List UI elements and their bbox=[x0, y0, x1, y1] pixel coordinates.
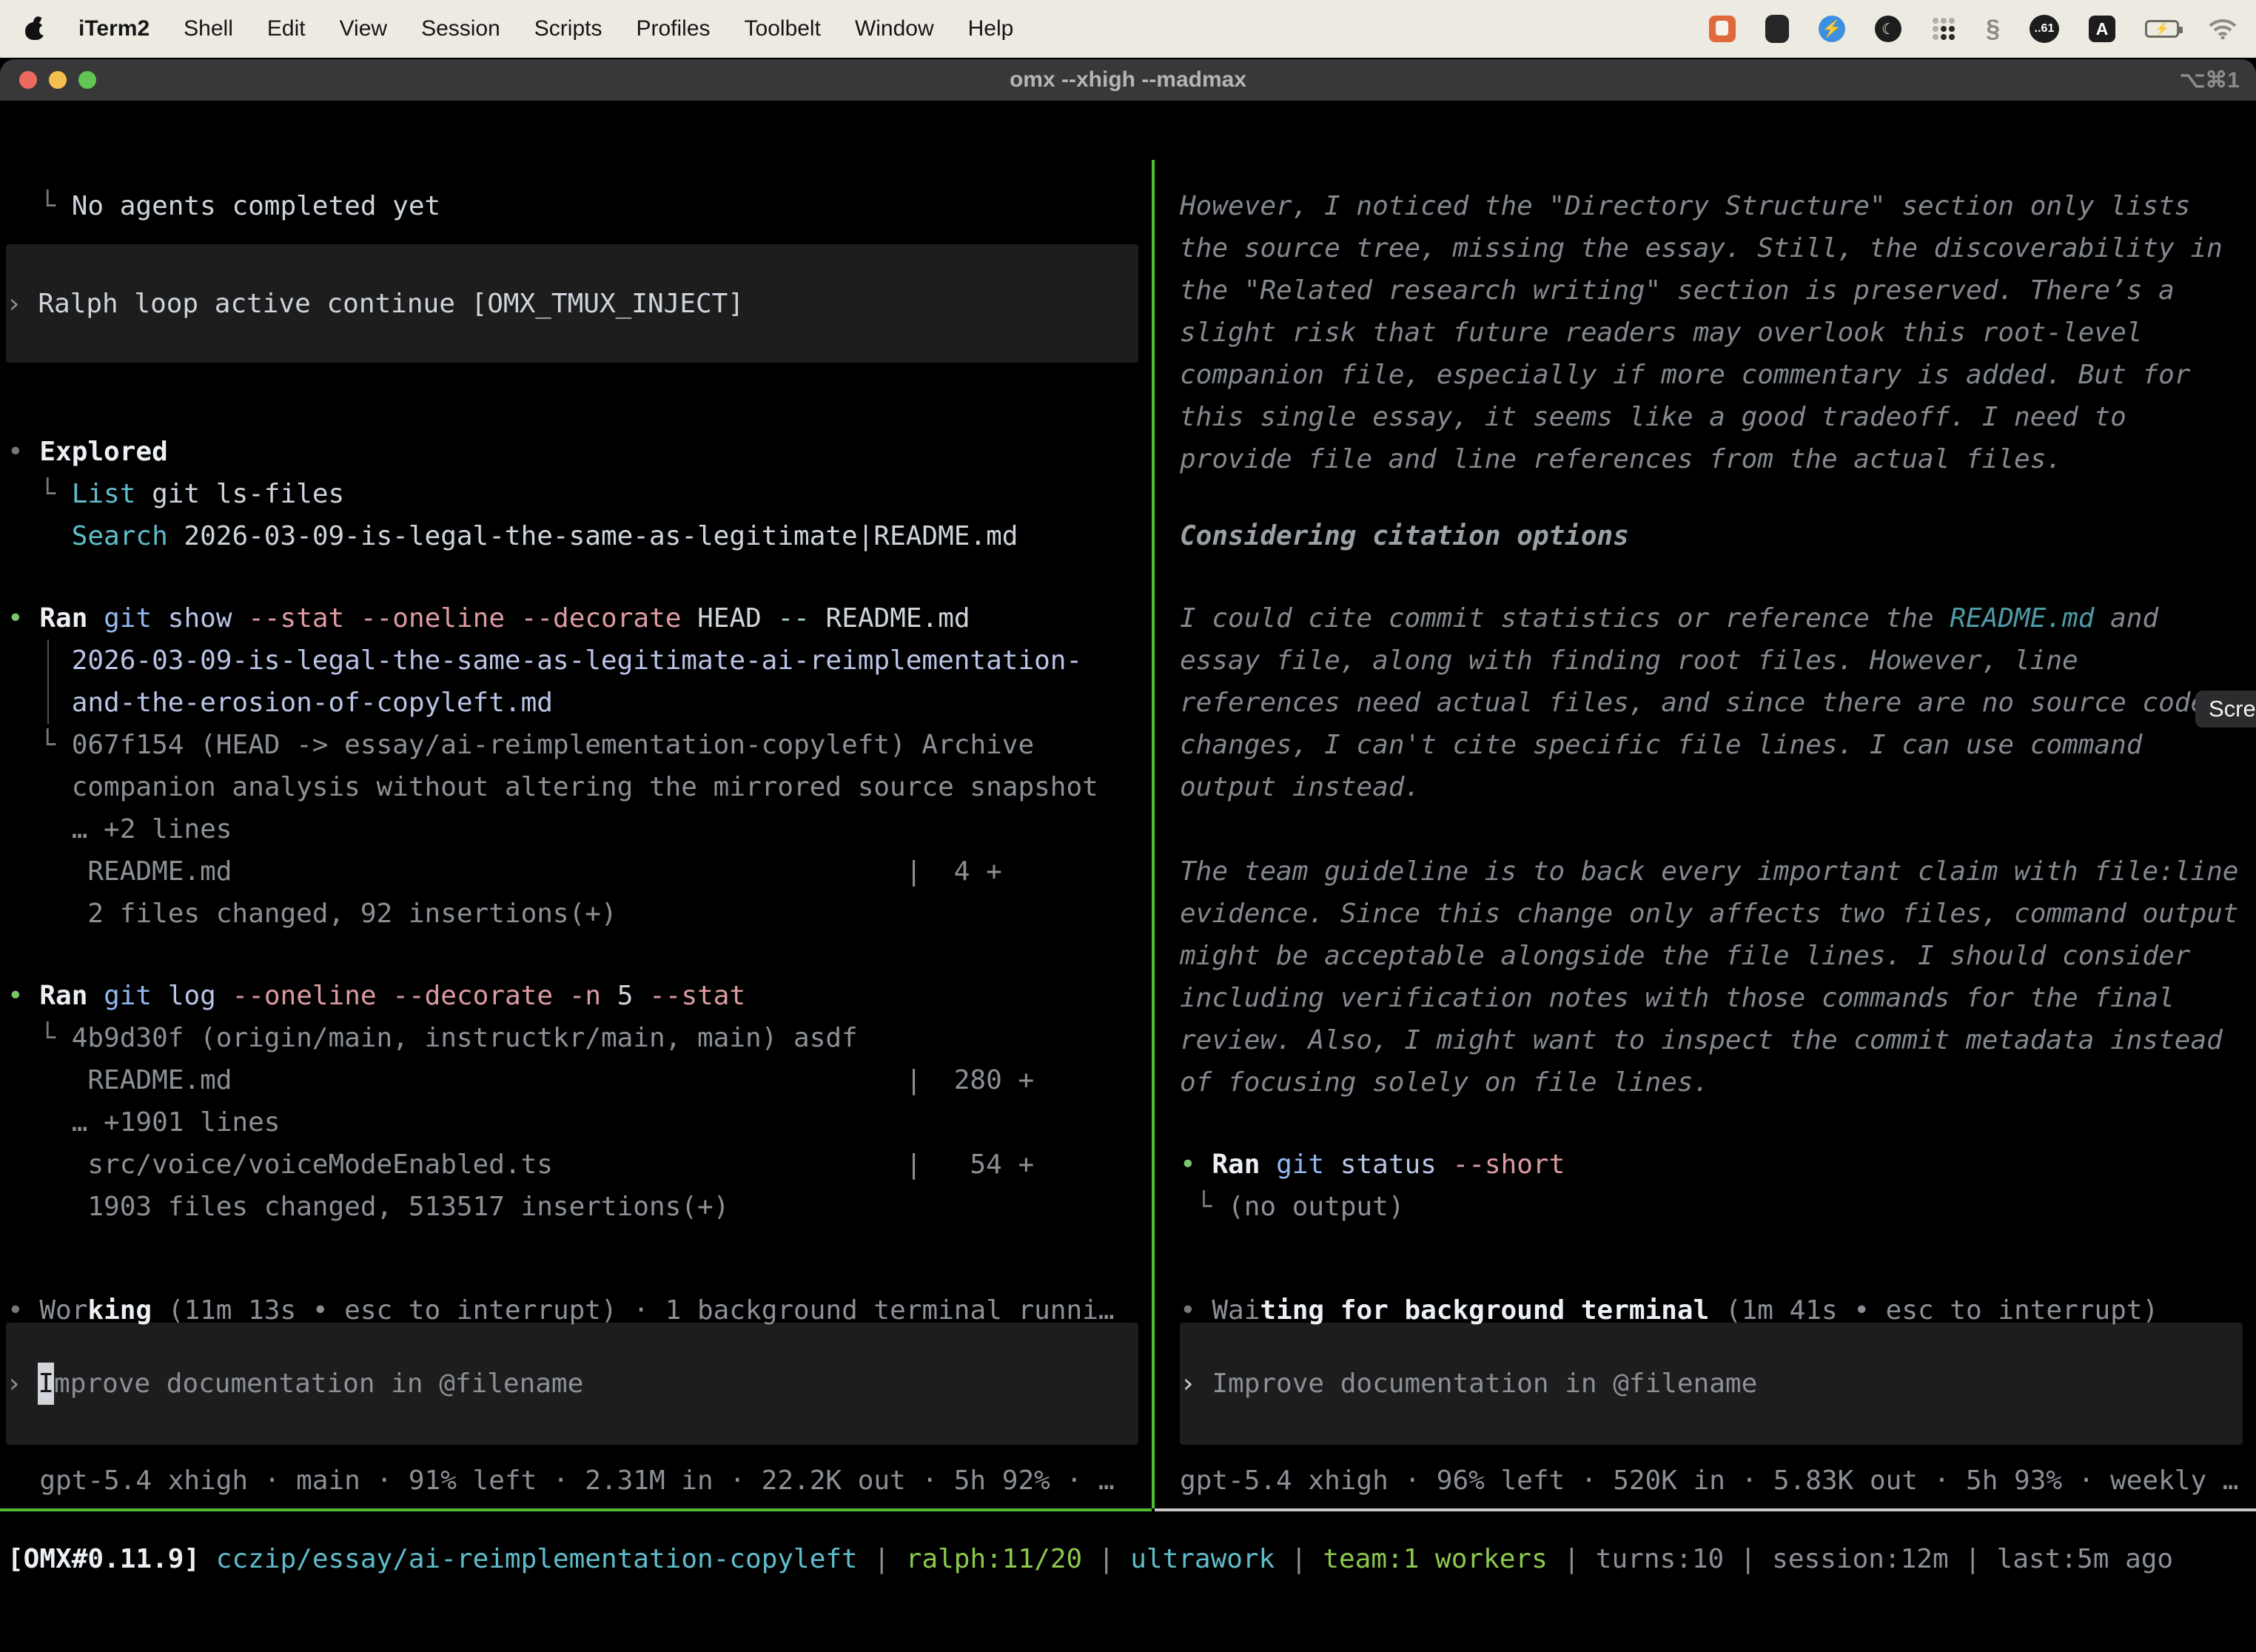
terminal-line: … +1901 lines bbox=[7, 1101, 1152, 1144]
iterm-window: omx --xhigh --madmax ⌥⌘1 └ No agents com… bbox=[0, 59, 2256, 1652]
pane-divider-horizontal-left[interactable] bbox=[0, 1508, 1152, 1511]
input-source-icon[interactable]: A bbox=[2089, 16, 2115, 42]
menu-scripts[interactable]: Scripts bbox=[534, 16, 602, 41]
terminal-line: Search 2026-03-09-is-legal-the-same-as-l… bbox=[7, 515, 1152, 557]
ran-git-show: • Ran git show --stat --oneline --decora… bbox=[7, 597, 1152, 639]
composer-input[interactable]: › Improve documentation in @filename bbox=[6, 1323, 1138, 1445]
terminal-line: companion analysis without altering the … bbox=[7, 766, 1152, 808]
terminal-line: might be acceptable alongside the file l… bbox=[1180, 935, 2256, 977]
squiggle-icon[interactable]: § bbox=[1986, 15, 2000, 44]
terminal-line: README.md | 280 + bbox=[7, 1059, 1152, 1101]
terminal-line: changes, I can't cite specific file line… bbox=[1180, 724, 2256, 766]
tmux-pane-right[interactable]: However, I noticed the "Directory Struct… bbox=[1158, 160, 2256, 1508]
menu-app-name[interactable]: iTerm2 bbox=[78, 16, 150, 41]
terminal-line: companion file, especially if more comme… bbox=[1180, 354, 2256, 396]
terminal-line: including verification notes with those … bbox=[1180, 977, 2256, 1019]
model-status-line: gpt-5.4 xhigh · 96% left · 520K in · 5.8… bbox=[1180, 1460, 2256, 1502]
blue-badge-icon[interactable]: ⚡ bbox=[1819, 16, 1845, 42]
zoom-button[interactable] bbox=[78, 71, 96, 89]
ran-git-log: • Ran git log --oneline --decorate -n 5 … bbox=[7, 975, 1152, 1017]
terminal-line: README.md | 4 + bbox=[7, 850, 1152, 893]
terminal-content: └ No agents completed yet › Ralph loop ac… bbox=[0, 160, 2256, 1652]
terminal-line: of focusing solely on file lines. bbox=[1180, 1061, 2256, 1104]
menu-edit[interactable]: Edit bbox=[267, 16, 306, 41]
omx-status-bar: [OMX#0.11.9] cczip/essay/ai-reimplementa… bbox=[7, 1538, 2250, 1580]
waiting-status-line: • Waiting for background terminal (1m 41… bbox=[1180, 1289, 2256, 1332]
pane-divider-vertical[interactable] bbox=[1152, 160, 1155, 1508]
screen-indicator-overlay[interactable]: Scre bbox=[2195, 691, 2256, 728]
terminal-line: references need actual files, and since … bbox=[1180, 682, 2256, 724]
tmux-pane-left[interactable]: └ No agents completed yet › Ralph loop ac… bbox=[0, 160, 1152, 1508]
terminal-line: └ (no output) bbox=[1180, 1186, 2256, 1228]
menu-bar: iTerm2 Shell Edit View Session Scripts Profil… bbox=[0, 0, 2256, 58]
terminal-line: and-the-erosion-of-copyleft.md bbox=[7, 682, 1152, 724]
terminal-line: However, I noticed the "Directory Struct… bbox=[1180, 185, 2256, 227]
terminal-line: review. Also, I might want to inspect th… bbox=[1180, 1019, 2256, 1061]
terminal-line: essay file, along with finding root file… bbox=[1180, 639, 2256, 682]
ralph-inject-box[interactable]: › Ralph loop active continue [OMX_TMUX_I… bbox=[6, 244, 1138, 363]
keyboard-app-icon[interactable] bbox=[1765, 15, 1789, 43]
composer-input[interactable]: › Improve documentation in @filename bbox=[1180, 1323, 2243, 1445]
menu-shell[interactable]: Shell bbox=[184, 16, 233, 41]
menu-help[interactable]: Help bbox=[968, 16, 1014, 41]
percent-badge-icon[interactable]: ..61 bbox=[2030, 15, 2059, 43]
minimize-button[interactable] bbox=[49, 71, 67, 89]
explored-header: • Explored bbox=[7, 431, 1152, 473]
terminal-line: evidence. Since this change only affects… bbox=[1180, 893, 2256, 935]
terminal-line: output instead. bbox=[1180, 766, 2256, 808]
menu-session[interactable]: Session bbox=[421, 16, 500, 41]
terminal-line: … +2 lines bbox=[7, 808, 1152, 850]
terminal-line: 2026-03-09-is-legal-the-same-as-legitima… bbox=[7, 639, 1152, 682]
terminal-line: └ 4b9d30f (origin/main, instructkr/main,… bbox=[7, 1017, 1152, 1059]
dots-grid-icon[interactable] bbox=[1931, 16, 1956, 41]
terminal-line: the source tree, missing the essay. Stil… bbox=[1180, 227, 2256, 269]
terminal-line: 1903 files changed, 513517 insertions(+) bbox=[7, 1186, 1152, 1228]
menu-window[interactable]: Window bbox=[855, 16, 934, 41]
close-button[interactable] bbox=[19, 71, 37, 89]
terminal-line: The team guideline is to back every impo… bbox=[1180, 850, 2256, 893]
terminal-line: I could cite commit statistics or refere… bbox=[1180, 597, 2256, 639]
window-title-bar[interactable]: omx --xhigh --madmax ⌥⌘1 bbox=[0, 59, 2256, 101]
battery-icon[interactable]: ⚡ bbox=[2145, 20, 2179, 38]
apple-menu-icon[interactable] bbox=[25, 18, 44, 40]
terminal-line: this single essay, it seems like a good … bbox=[1180, 396, 2256, 438]
terminal-line: src/voice/voiceModeEnabled.ts | 54 + bbox=[7, 1144, 1152, 1186]
chat-app-icon[interactable] bbox=[1709, 16, 1736, 42]
terminal-line: └ List git ls-files bbox=[7, 473, 1152, 515]
menu-view[interactable]: View bbox=[340, 16, 387, 41]
window-title: omx --xhigh --madmax bbox=[0, 67, 2256, 93]
terminal-line: slight risk that future readers may over… bbox=[1180, 312, 2256, 354]
dark-crescent-icon[interactable]: ☾ bbox=[1875, 16, 1901, 42]
terminal-line: └ 067f154 (HEAD -> essay/ai-reimplementa… bbox=[7, 724, 1152, 766]
terminal-line: 2 files changed, 92 insertions(+) bbox=[7, 893, 1152, 935]
terminal-line: provide file and line references from th… bbox=[1180, 438, 2256, 480]
terminal-line: the "Related research writing" section i… bbox=[1180, 269, 2256, 312]
ran-git-status: • Ran git status --short bbox=[1180, 1144, 2256, 1186]
working-status-line: • Working (11m 13s • esc to interrupt) ·… bbox=[7, 1289, 1152, 1332]
menu-toolbelt[interactable]: Toolbelt bbox=[745, 16, 821, 41]
model-status-line: gpt-5.4 xhigh · main · 91% left · 2.31M … bbox=[7, 1460, 1152, 1502]
reasoning-heading: Considering citation options bbox=[1180, 515, 2256, 557]
agents-status-line: └ No agents completed yet bbox=[7, 185, 1152, 227]
window-shortcut-badge: ⌥⌘1 bbox=[2180, 67, 2240, 93]
pane-divider-horizontal-right[interactable] bbox=[1155, 1508, 2256, 1511]
menu-profiles[interactable]: Profiles bbox=[636, 16, 710, 41]
wifi-icon[interactable] bbox=[2209, 19, 2237, 39]
